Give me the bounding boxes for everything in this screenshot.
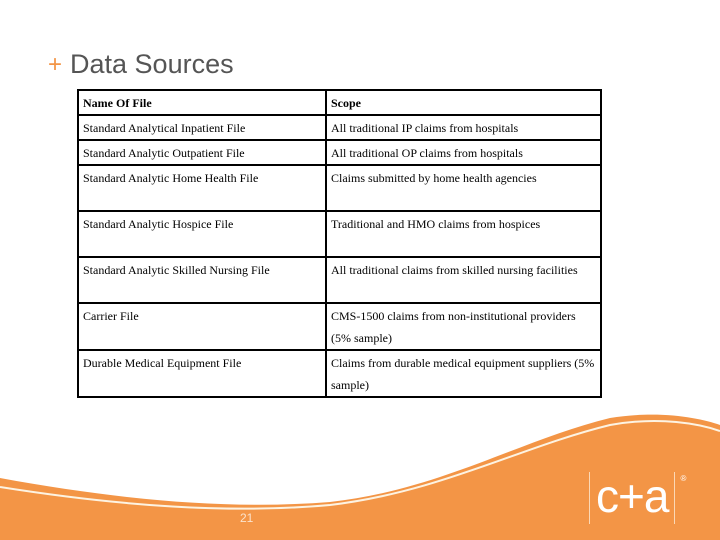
table-row: Carrier File CMS-1500 claims from non-in… xyxy=(77,302,602,351)
registered-mark-icon: ® xyxy=(680,474,687,483)
column-header-scope: Scope xyxy=(325,89,602,116)
scope-cell: Traditional and HMO claims from hospices xyxy=(325,210,602,258)
file-name-cell: Carrier File xyxy=(77,302,327,351)
table-row: Durable Medical Equipment File Claims fr… xyxy=(77,349,602,398)
scope-cell: All traditional claims from skilled nurs… xyxy=(325,256,602,304)
file-name-cell: Durable Medical Equipment File xyxy=(77,349,327,398)
table-row: Standard Analytic Hospice File Tradition… xyxy=(77,210,602,258)
scope-cell: Claims from durable medical equipment su… xyxy=(325,349,602,398)
company-logo: c+a ® xyxy=(589,470,686,524)
logo-divider-right xyxy=(674,472,676,524)
file-name-cell: Standard Analytic Outpatient File xyxy=(77,139,327,166)
table-row: Standard Analytic Skilled Nursing File A… xyxy=(77,256,602,304)
file-name-cell: Standard Analytic Skilled Nursing File xyxy=(77,256,327,304)
plus-icon: + xyxy=(48,51,63,78)
file-name-cell: Standard Analytical Inpatient File xyxy=(77,114,327,141)
table-header-row: Name Of File Scope xyxy=(77,89,602,116)
column-header-name: Name Of File xyxy=(77,89,327,116)
scope-cell: All traditional IP claims from hospitals xyxy=(325,114,602,141)
scope-cell: All traditional OP claims from hospitals xyxy=(325,139,602,166)
data-sources-table: Name Of File Scope Standard Analytical I… xyxy=(77,89,602,398)
scope-cell: Claims submitted by home health agencies xyxy=(325,164,602,212)
logo-text: c+a xyxy=(596,470,669,522)
file-name-cell: Standard Analytic Home Health File xyxy=(77,164,327,212)
slide-title-text: Data Sources xyxy=(70,49,234,79)
table-row: Standard Analytic Home Health File Claim… xyxy=(77,164,602,212)
table-row: Standard Analytic Outpatient File All tr… xyxy=(77,139,602,166)
table-row: Standard Analytical Inpatient File All t… xyxy=(77,114,602,141)
scope-cell: CMS-1500 claims from non-institutional p… xyxy=(325,302,602,351)
slide-title: + Data Sources xyxy=(48,46,234,83)
page-number: 21 xyxy=(240,511,254,525)
file-name-cell: Standard Analytic Hospice File xyxy=(77,210,327,258)
